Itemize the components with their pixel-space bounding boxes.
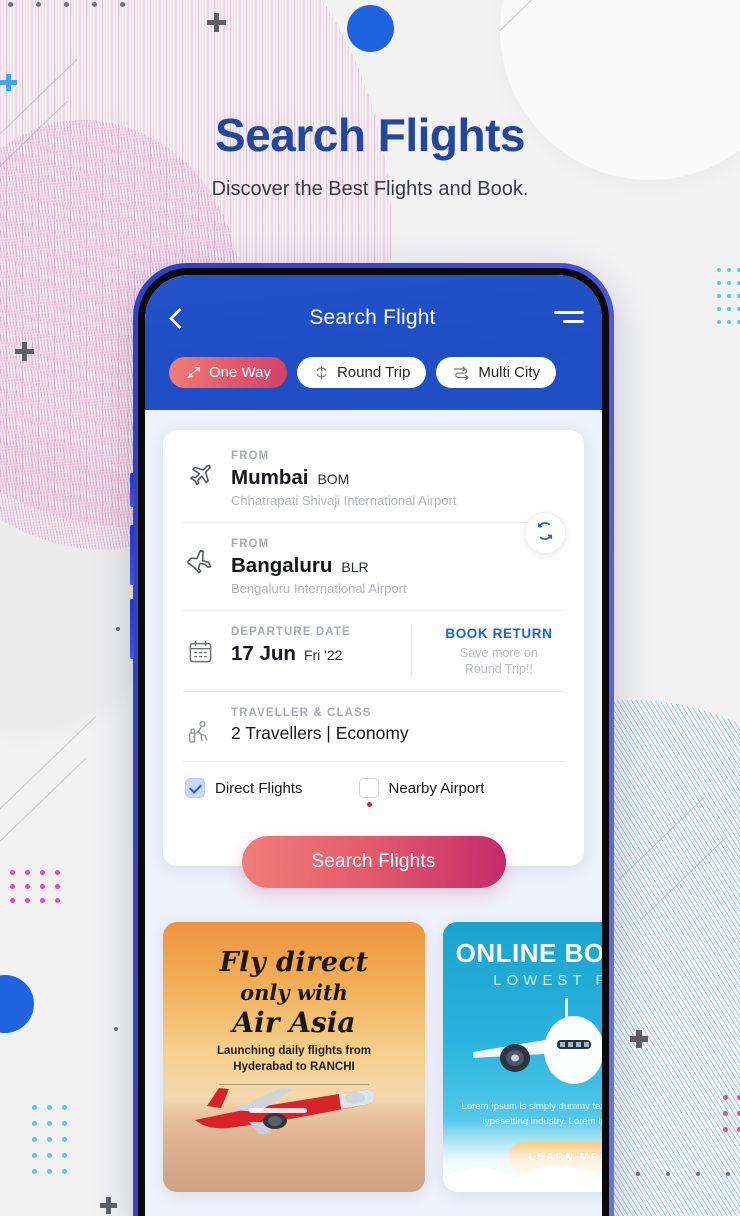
decor-dot-grid	[717, 268, 740, 333]
tab-multi-city-label: Multi City	[478, 364, 541, 381]
phone-bezel: Search Flight One Way Round Trip Multi C…	[138, 268, 609, 1216]
phone-frame: Search Flight One Way Round Trip Multi C…	[130, 263, 614, 1216]
decor-plus-icon	[207, 13, 226, 32]
checkbox-direct-flights-label: Direct Flights	[215, 779, 303, 797]
promo-airasia-line1: Fly direct	[219, 947, 369, 979]
page-subtitle: Discover the Best Flights and Book.	[211, 178, 529, 200]
multi-city-icon	[452, 364, 471, 381]
app-header: Search Flight One Way Round Trip Multi C…	[145, 275, 602, 410]
promo-booking-clouds	[443, 1120, 602, 1193]
decor-dot	[116, 627, 120, 631]
origin-airport: Chhatrapati Shivaji International Airpor…	[231, 493, 457, 508]
decor-dot	[114, 1027, 118, 1031]
destination-city: Bangaluru	[231, 554, 333, 577]
trip-type-tabs: One Way Round Trip Multi City	[163, 357, 584, 388]
hamburger-menu-icon[interactable]	[554, 306, 584, 330]
checkbox-unchecked-icon	[358, 778, 379, 799]
tab-one-way[interactable]: One Way	[169, 357, 287, 388]
plane-landing-icon	[183, 538, 217, 578]
checkbox-checked-icon	[185, 778, 205, 799]
traveller-value: 2 Travellers | Economy	[231, 723, 409, 744]
phone-volume-up-button[interactable]	[130, 525, 134, 585]
app-title: Search Flight	[309, 306, 436, 329]
promo-carousel[interactable]: Fly direct only with Air Asia Launching …	[145, 866, 602, 1193]
tab-multi-city[interactable]: Multi City	[436, 357, 557, 388]
destination-airport: Bengaluru International Airport	[231, 581, 407, 596]
search-flights-button[interactable]: Search Flights	[241, 836, 506, 889]
plane-takeoff-icon	[183, 450, 217, 490]
nearby-airport-badge-dot	[366, 802, 372, 808]
origin-label: FROM	[231, 450, 270, 462]
tab-round-trip[interactable]: Round Trip	[296, 357, 427, 388]
swap-arrows-icon	[535, 521, 555, 546]
promo-booking-title: ONLINE BOOKING	[455, 938, 602, 969]
book-return-title: BOOK RETURN	[445, 626, 553, 641]
book-return-field[interactable]: BOOK RETURN Save more on Round Trip!!	[410, 626, 564, 678]
flight-search-form: FROM Mumbai BOM Chhatrapati Shivaji Inte…	[163, 430, 584, 889]
destination-code: BLR	[341, 559, 369, 575]
phone-volume-down-button[interactable]	[130, 599, 134, 659]
decor-diagonal-line	[0, 715, 97, 821]
book-return-subtitle-1: Save more on	[459, 646, 538, 660]
hero-section: Search Flights Discover the Best Flights…	[0, 108, 740, 201]
decor-blue-circle-top	[347, 5, 394, 52]
plane-diagonal-icon	[185, 364, 202, 381]
departure-day-month: 17 Jun	[231, 642, 296, 665]
phone-screen: Search Flight One Way Round Trip Multi C…	[145, 275, 602, 1216]
origin-field[interactable]: FROM Mumbai BOM Chhatrapati Shivaji Inte…	[163, 434, 584, 522]
round-trip-icon	[313, 364, 330, 381]
chevron-left-icon[interactable]	[163, 304, 191, 332]
airasia-red-plane-illustration	[195, 1088, 375, 1135]
traveller-class-field[interactable]: TRAVELLER & CLASS 2 Travellers | Economy	[163, 691, 584, 761]
destination-field[interactable]: FROM Bangaluru BLR Bengaluru Internation…	[163, 522, 584, 610]
departure-weekday-year: Fri '22	[303, 647, 343, 663]
origin-code: BOM	[317, 471, 350, 487]
traveller-luggage-icon	[183, 707, 217, 747]
filter-checkboxes: Direct Flights Nearby Airport	[163, 761, 584, 812]
page-title: Search Flights	[215, 109, 525, 161]
decor-blue-half-circle	[0, 975, 34, 1033]
decor-plus-icon	[100, 1197, 117, 1214]
date-row: DEPARTURE DATE 17 Jun Fri '22 BOOK RETUR…	[163, 610, 584, 691]
promo-airasia-line3: Air Asia	[232, 1006, 356, 1040]
white-airplane-front-illustration	[473, 998, 602, 1085]
decor-dot-grid	[32, 1105, 77, 1185]
checkbox-direct-flights[interactable]: Direct Flights	[185, 778, 303, 799]
phone-mockup: Search Flight One Way Round Trip Multi C…	[130, 263, 614, 1216]
decor-dot-grid	[10, 870, 70, 912]
promo-card-online-booking[interactable]: ONLINE BOOKING LOWEST FARE	[443, 922, 602, 1193]
promo-card-airasia[interactable]: Fly direct only with Air Asia Launching …	[163, 922, 425, 1193]
phone-side-button[interactable]	[130, 473, 134, 507]
decor-plus-icon	[0, 74, 17, 91]
traveller-label: TRAVELLER & CLASS	[231, 707, 372, 720]
departure-label: DEPARTURE DATE	[231, 626, 351, 638]
checkbox-nearby-airport-label: Nearby Airport	[388, 779, 485, 797]
tab-one-way-label: One Way	[209, 364, 271, 381]
tab-round-trip-label: Round Trip	[336, 364, 411, 381]
origin-city: Mumbai	[231, 466, 309, 489]
destination-label: FROM	[231, 538, 270, 550]
promo-airasia-line2: only with	[240, 980, 348, 1006]
swap-airports-button[interactable]	[524, 512, 566, 554]
decor-dot-grid	[636, 1172, 740, 1176]
promo-airasia-sub1: Launching daily flights from	[217, 1045, 371, 1058]
decor-plus-icon	[630, 1030, 648, 1048]
promo-booking-subtitle: LOWEST FARE	[493, 972, 602, 990]
calendar-icon	[183, 626, 217, 665]
decor-diagonal-line	[0, 757, 87, 863]
checkbox-nearby-airport[interactable]: Nearby Airport	[358, 778, 485, 808]
departure-date-field[interactable]: DEPARTURE DATE 17 Jun Fri '22	[231, 626, 411, 677]
decor-dot-grid	[723, 1095, 740, 1143]
decor-plus-icon	[15, 342, 34, 361]
decor-dot-grid	[8, 2, 148, 7]
book-return-subtitle-2: Round Trip!!	[464, 661, 533, 676]
